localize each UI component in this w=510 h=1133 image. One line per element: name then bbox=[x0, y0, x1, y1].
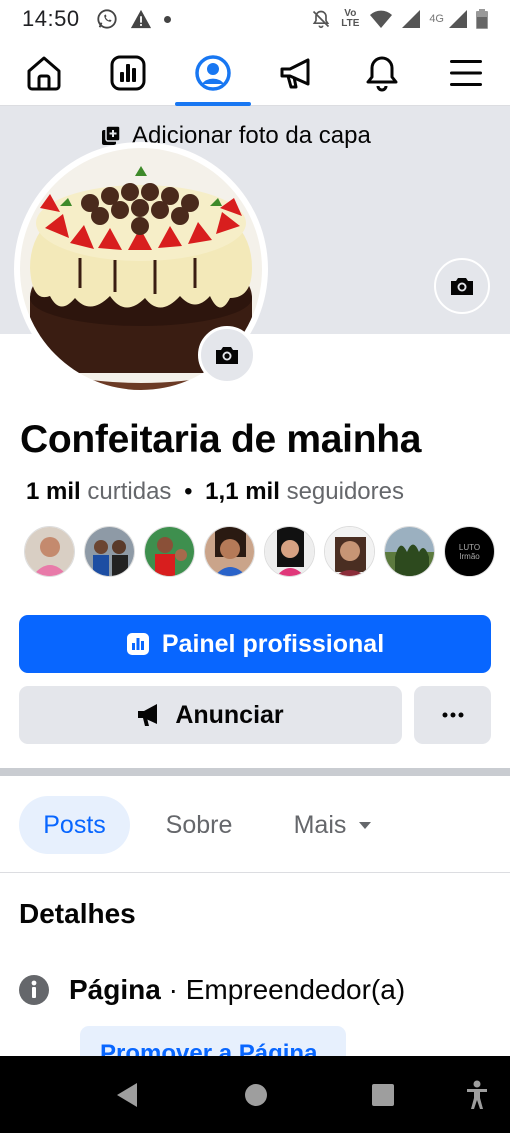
megaphone-icon bbox=[280, 58, 310, 88]
4g-signal-icon bbox=[449, 10, 467, 28]
page-title: Confeitaria de mainha bbox=[20, 418, 422, 461]
status-bar: 14:50 Vo LTE 4G bbox=[0, 0, 510, 38]
likes-count: 1 mil bbox=[26, 478, 81, 505]
follower-avatar[interactable] bbox=[384, 526, 435, 577]
volte-icon: Vo LTE bbox=[341, 8, 360, 29]
android-home-button[interactable] bbox=[240, 1056, 272, 1133]
follower-avatar[interactable] bbox=[144, 526, 195, 577]
follower-avatars: LUTO Irmão bbox=[24, 526, 495, 577]
follower-avatar-label: LUTO Irmão bbox=[458, 542, 481, 561]
more-options-button[interactable] bbox=[414, 686, 491, 744]
camera-icon bbox=[216, 347, 238, 364]
status-time: 14:50 bbox=[22, 6, 80, 31]
nav-menu[interactable] bbox=[444, 48, 488, 98]
info-icon bbox=[19, 975, 49, 1005]
page-stats: 1 mil curtidas • 1,1 mil seguidores bbox=[26, 478, 404, 506]
android-recents-button[interactable] bbox=[368, 1056, 398, 1133]
status-left-icons bbox=[96, 8, 171, 30]
tabs-divider bbox=[0, 872, 510, 873]
follower-avatar[interactable] bbox=[84, 526, 135, 577]
home-circle-icon bbox=[245, 1083, 267, 1106]
more-icon bbox=[442, 712, 463, 718]
followers-count: 1,1 mil bbox=[205, 478, 280, 505]
android-back-button[interactable] bbox=[110, 1056, 144, 1133]
dashboard-icon bbox=[126, 633, 149, 655]
tab-mais[interactable]: Mais bbox=[273, 796, 393, 854]
profile-camera-button[interactable] bbox=[198, 326, 256, 384]
wifi-icon bbox=[370, 10, 393, 28]
accessibility-icon bbox=[467, 1080, 487, 1109]
status-right-icons: Vo LTE 4G bbox=[311, 8, 488, 30]
nav-notifications[interactable] bbox=[360, 48, 404, 98]
follower-avatar[interactable] bbox=[24, 526, 75, 577]
tab-sobre[interactable]: Sobre bbox=[145, 796, 253, 854]
likes-label[interactable]: curtidas bbox=[87, 478, 171, 505]
camera-icon bbox=[451, 278, 473, 295]
advertise-label: Anunciar bbox=[175, 700, 284, 729]
nav-profile[interactable] bbox=[174, 48, 251, 106]
followers-label[interactable]: seguidores bbox=[287, 478, 404, 505]
top-navigation bbox=[0, 40, 510, 106]
back-icon bbox=[117, 1082, 137, 1107]
warning-icon bbox=[130, 9, 151, 29]
4g-label: 4G bbox=[429, 13, 444, 25]
follower-avatar[interactable] bbox=[264, 526, 315, 577]
follower-avatar[interactable]: LUTO Irmão bbox=[444, 526, 495, 577]
tab-mais-label: Mais bbox=[293, 810, 347, 839]
recents-icon bbox=[372, 1083, 394, 1106]
stats-separator: • bbox=[184, 478, 193, 505]
signal-icon bbox=[402, 10, 421, 28]
home-icon bbox=[27, 56, 61, 90]
professional-dashboard-button[interactable]: Painel profissional bbox=[19, 615, 491, 673]
cover-camera-button[interactable] bbox=[434, 258, 490, 314]
nav-dashboard[interactable] bbox=[106, 48, 150, 98]
bell-icon bbox=[366, 56, 398, 91]
chevron-down-icon bbox=[359, 821, 372, 829]
details-heading: Detalhes bbox=[19, 898, 136, 929]
dashboard-icon bbox=[110, 55, 146, 90]
follower-avatar[interactable] bbox=[324, 526, 375, 577]
android-accessibility-button[interactable] bbox=[462, 1056, 492, 1133]
detail-page-category: Página · Empreendedor(a) bbox=[19, 974, 405, 1006]
whatsapp-icon bbox=[96, 9, 117, 29]
nav-home[interactable] bbox=[22, 48, 66, 98]
megaphone-icon bbox=[138, 704, 158, 726]
detail-separator: · bbox=[168, 974, 178, 1005]
advertise-button[interactable]: Anunciar bbox=[19, 686, 402, 744]
dot-icon bbox=[163, 15, 171, 23]
tab-posts[interactable]: Posts bbox=[19, 796, 130, 854]
profile-tabs: Posts Sobre Mais bbox=[0, 796, 510, 854]
mute-icon bbox=[313, 10, 330, 29]
professional-dashboard-label: Painel profissional bbox=[161, 629, 385, 658]
profile-icon bbox=[195, 54, 231, 91]
nav-ads[interactable] bbox=[275, 48, 319, 98]
detail-value: Empreendedor(a) bbox=[185, 974, 406, 1005]
detail-label: Página bbox=[69, 974, 161, 1005]
menu-icon bbox=[449, 59, 482, 86]
follower-avatar[interactable] bbox=[204, 526, 255, 577]
android-navigation-bar bbox=[0, 1056, 510, 1133]
section-divider bbox=[0, 768, 510, 776]
battery-icon bbox=[476, 9, 488, 29]
